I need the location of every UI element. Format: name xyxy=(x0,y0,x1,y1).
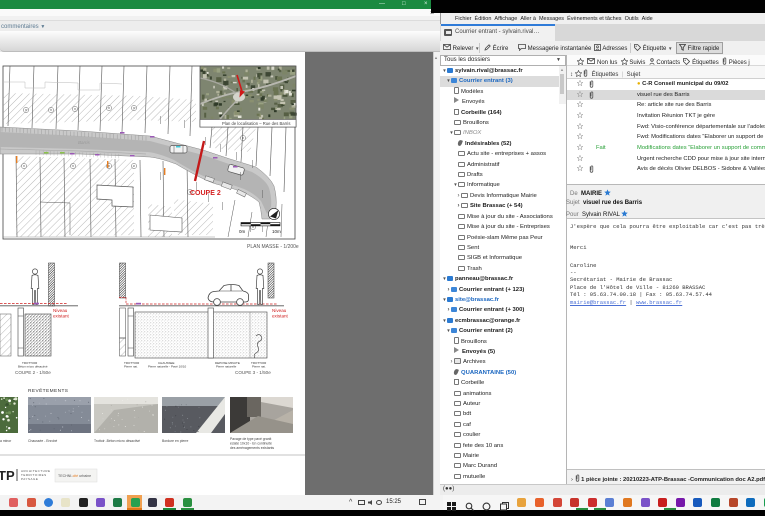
svg-text:Pierre naturelle: Pierre naturelle xyxy=(216,365,237,369)
svg-text:0m: 0m xyxy=(239,229,246,234)
svg-text:Béton micro désactivé: Béton micro désactivé xyxy=(18,365,48,369)
svg-text:a minor: a minor xyxy=(0,439,12,443)
svg-text:REVÊTEMENTS: REVÊTEMENTS xyxy=(28,386,68,394)
svg-text:TP: TP xyxy=(0,468,15,483)
svg-text:existant: existant xyxy=(272,314,289,319)
svg-text:COUPE 3 - 1/50e: COUPE 3 - 1/50e xyxy=(235,370,271,375)
svg-text:des aménagements existants: des aménagements existants xyxy=(230,446,274,450)
svg-text:Trottoir -Béton micro désactiv: Trottoir -Béton micro désactivé xyxy=(94,439,140,443)
svg-text:COUPE 2: COUPE 2 xyxy=(190,190,221,197)
svg-text:Bordure en pierre: Bordure en pierre xyxy=(162,439,189,443)
svg-text:Pavage de type pavé granit: Pavage de type pavé granit xyxy=(230,437,271,441)
svg-text:PAYSAGE: PAYSAGE xyxy=(21,477,38,481)
svg-text:Barris: Barris xyxy=(78,140,91,145)
svg-text:Pierre nat.: Pierre nat. xyxy=(124,365,138,369)
svg-text:10m: 10m xyxy=(272,229,281,234)
svg-text:COUPE 2 - 1/50e: COUPE 2 - 1/50e xyxy=(15,370,51,375)
svg-text:existant: existant xyxy=(53,314,70,319)
svg-text:Chaussée - Enrobé: Chaussée - Enrobé xyxy=(28,439,57,443)
svg-text:Pierre nat.: Pierre nat. xyxy=(252,365,266,369)
svg-text:Niveau: Niveau xyxy=(272,308,287,313)
svg-text:Plan de localisation – Rue des: Plan de localisation – Rue des Barris xyxy=(222,121,290,126)
svg-text:TECHNI-cité urbaine: TECHNI-cité urbaine xyxy=(58,474,91,478)
svg-text:Pierre naturelle - Pavé 10/10: Pierre naturelle - Pavé 10/10 xyxy=(148,365,187,369)
svg-text:PLAN MASSE - 1/200e: PLAN MASSE - 1/200e xyxy=(247,244,299,250)
svg-text:Niveau: Niveau xyxy=(53,308,68,313)
svg-text:éclaté 10x10 - En continuité: éclaté 10x10 - En continuité xyxy=(230,442,272,446)
